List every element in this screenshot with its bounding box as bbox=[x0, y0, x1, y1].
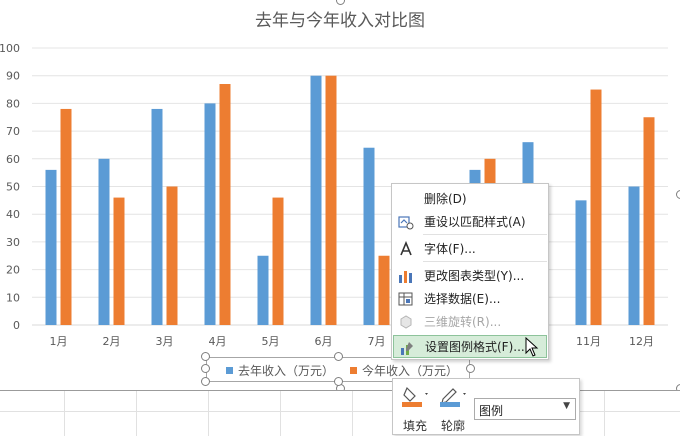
bar-series1[interactable] bbox=[628, 186, 640, 326]
chevron-down-icon: ▼ bbox=[563, 401, 570, 411]
pen-outline-icon bbox=[440, 388, 466, 407]
chart-element-dropdown[interactable]: 图例 ▼ bbox=[474, 398, 576, 420]
x-tick-label: 7月 bbox=[368, 335, 386, 348]
y-tick-label: 30 bbox=[6, 236, 20, 249]
font-icon bbox=[400, 241, 412, 256]
bar-series2[interactable] bbox=[60, 108, 72, 325]
3d-rotate-icon bbox=[400, 315, 412, 329]
grid-line bbox=[64, 391, 65, 436]
y-tick-label: 80 bbox=[6, 97, 20, 110]
legend-swatch-icon bbox=[226, 367, 233, 374]
x-tick-label: 6月 bbox=[315, 335, 333, 348]
y-tick-label: 40 bbox=[6, 208, 20, 221]
bar-series1[interactable] bbox=[575, 200, 587, 325]
bar-series2[interactable] bbox=[643, 117, 655, 325]
bar-series1[interactable] bbox=[257, 255, 269, 325]
legend-resize-handle[interactable] bbox=[334, 352, 343, 361]
x-tick-label: 1月 bbox=[50, 335, 68, 348]
legend-resize-handle[interactable] bbox=[201, 352, 210, 361]
bar-series1[interactable] bbox=[151, 108, 163, 325]
grid-line bbox=[136, 391, 137, 436]
reset-style-icon bbox=[398, 216, 414, 230]
bar-series1[interactable] bbox=[45, 169, 57, 325]
legend-entry-series1[interactable]: 去年收入（万元） bbox=[226, 362, 334, 379]
fill-button[interactable]: 填充 bbox=[401, 383, 435, 433]
y-tick-label: 20 bbox=[6, 264, 20, 277]
outline-button[interactable]: 轮廓 bbox=[439, 383, 473, 433]
legend-label-series1: 去年收入（万元） bbox=[238, 364, 335, 378]
bar-series2[interactable] bbox=[325, 75, 337, 325]
legend-label-series2: 今年收入（万元） bbox=[362, 364, 459, 378]
bar-series2[interactable] bbox=[166, 186, 178, 326]
chart-title[interactable]: 去年与今年收入对比图 bbox=[255, 11, 425, 31]
bar-chart: 去年与今年收入对比图 0 10 20 30 40 50 60 70 80 90 100 1月 2月 3月 4… bbox=[0, 11, 668, 348]
x-tick-label: 11月 bbox=[576, 335, 601, 348]
paint-bucket-icon bbox=[402, 386, 428, 407]
bar-series1[interactable] bbox=[204, 103, 216, 326]
bar-series2[interactable] bbox=[272, 197, 284, 325]
x-tick-label: 2月 bbox=[103, 335, 121, 348]
menu-separator bbox=[423, 234, 547, 235]
menu-item-reset-style[interactable]: 重设以匹配样式(A) bbox=[393, 210, 547, 233]
y-tick-label: 0 bbox=[13, 319, 20, 332]
x-tick-label: 4月 bbox=[209, 335, 227, 348]
grid-line bbox=[208, 391, 209, 436]
outline-label: 轮廓 bbox=[441, 419, 466, 433]
y-tick-label: 100 bbox=[0, 42, 20, 55]
chart-resize-handle[interactable] bbox=[676, 190, 680, 199]
bar-series2[interactable] bbox=[219, 84, 231, 325]
y-tick-label: 90 bbox=[6, 70, 20, 83]
y-tick-label: 50 bbox=[6, 181, 20, 194]
x-tick-label: 3月 bbox=[156, 335, 174, 348]
legend-swatch-icon bbox=[350, 367, 357, 374]
chart-element-value: 图例 bbox=[479, 404, 504, 418]
y-tick-label: 70 bbox=[6, 125, 20, 138]
mini-toolbar: 填充 轮廓 图例 ▼ bbox=[392, 378, 580, 435]
menu-item-3d-rotation: 三维旋转(R)... bbox=[393, 310, 547, 333]
chart-area[interactable]: 去年与今年收入对比图 0 10 20 30 40 50 60 70 80 90 100 1月 2月 3月 4… bbox=[0, 0, 680, 393]
fill-label: 填充 bbox=[403, 419, 428, 433]
bar-series1[interactable] bbox=[98, 158, 110, 325]
bar-series1[interactable] bbox=[310, 75, 322, 325]
bar-series2[interactable] bbox=[113, 197, 125, 325]
menu-item-change-chart-type[interactable]: 更改图表类型(Y)... bbox=[393, 264, 547, 287]
context-menu: 删除(D) 重设以匹配样式(A) 字体(F)... 更改图表类型(Y)... 选… bbox=[391, 183, 549, 360]
menu-item-format-legend[interactable]: 设置图例格式(F)... bbox=[393, 335, 547, 358]
grid-line bbox=[352, 391, 353, 436]
x-tick-label: 12月 bbox=[629, 335, 654, 348]
select-data-icon bbox=[398, 292, 413, 306]
menu-separator bbox=[423, 261, 547, 262]
grid-line bbox=[604, 391, 605, 436]
bar-series2[interactable] bbox=[378, 255, 390, 325]
legend-resize-handle[interactable] bbox=[334, 377, 343, 386]
y-tick-label: 60 bbox=[6, 153, 20, 166]
x-tick-label: 5月 bbox=[262, 335, 280, 348]
legend-resize-handle[interactable] bbox=[201, 377, 210, 386]
menu-item-font[interactable]: 字体(F)... bbox=[393, 237, 547, 260]
legend-resize-handle[interactable] bbox=[466, 364, 475, 373]
format-legend-icon bbox=[401, 342, 413, 355]
legend-entry-series2[interactable]: 今年收入（万元） bbox=[350, 362, 458, 379]
bar-series2[interactable] bbox=[590, 89, 602, 325]
y-tick-label: 10 bbox=[6, 291, 20, 304]
menu-item-select-data[interactable]: 选择数据(E)... bbox=[393, 287, 547, 310]
grid-line bbox=[280, 391, 281, 436]
bar-series1[interactable] bbox=[363, 147, 375, 325]
menu-item-delete[interactable]: 删除(D) bbox=[393, 187, 547, 210]
legend-resize-handle[interactable] bbox=[201, 364, 210, 373]
chart-type-icon bbox=[399, 271, 412, 283]
mouse-cursor-icon bbox=[525, 337, 539, 357]
